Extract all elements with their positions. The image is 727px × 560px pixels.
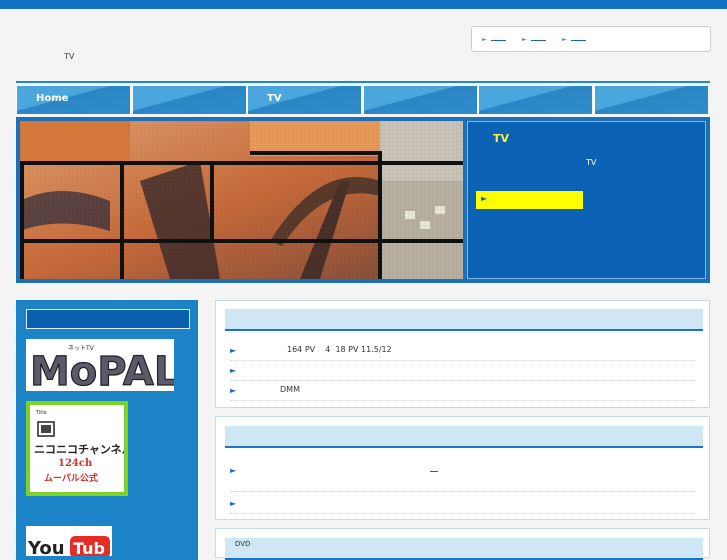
hero-info-box: TV TV ► bbox=[467, 121, 706, 279]
nav-tab-2[interactable] bbox=[132, 86, 246, 114]
svg-text:ネットTV: ネットTV bbox=[68, 345, 95, 352]
nav-tab-4[interactable] bbox=[363, 86, 477, 114]
nav-divider bbox=[16, 81, 710, 83]
arrow-icon: ► bbox=[481, 194, 488, 203]
arrow-icon: ► bbox=[522, 36, 527, 43]
svg-text:ムーパル公式: ムーパル公式 bbox=[44, 472, 98, 484]
arrow-icon: ► bbox=[482, 36, 487, 43]
top-bar bbox=[0, 0, 727, 9]
hero-button[interactable]: ► bbox=[476, 191, 583, 209]
top-link-3[interactable]: ► bbox=[562, 34, 586, 43]
niconico-channel-banner[interactable]: Title ニコニコチャンネル 124ch ムーパル公式 bbox=[26, 401, 133, 496]
site-tagline: TV bbox=[64, 52, 75, 61]
hero-image bbox=[20, 121, 463, 279]
svg-text:You: You bbox=[27, 538, 65, 556]
nav-tab-home[interactable]: Home bbox=[16, 86, 130, 114]
main-nav: Home TV bbox=[16, 86, 710, 114]
top-link-2[interactable]: ► bbox=[522, 34, 546, 43]
hero-title: TV bbox=[493, 132, 510, 145]
sidebar-heading bbox=[26, 309, 190, 329]
youtube-logo: You Tub bbox=[27, 536, 110, 556]
list-item[interactable]: ► bbox=[230, 493, 696, 514]
content-panel-1: ► 164 PV 4 18 PV 11.5/12 ► ► DMM bbox=[215, 300, 710, 408]
arrow-icon: ► bbox=[230, 346, 237, 355]
mopal-banner[interactable]: MoPAL ネットTV bbox=[26, 339, 180, 396]
panel-heading bbox=[225, 309, 703, 331]
arrow-icon: ► bbox=[230, 366, 237, 375]
svg-text:MoPAL: MoPAL bbox=[30, 349, 174, 391]
svg-text:Title: Title bbox=[35, 410, 47, 416]
list-item[interactable]: ► bbox=[230, 360, 696, 381]
panel-heading: DVD bbox=[225, 538, 703, 560]
list-item[interactable]: ► 164 PV 4 18 PV 11.5/12 bbox=[230, 340, 696, 361]
arrow-icon: ► bbox=[562, 36, 567, 43]
arrow-icon: ► bbox=[230, 499, 237, 508]
svg-text:Tub: Tub bbox=[73, 539, 105, 556]
niconico-logo: Title ニコニコチャンネル 124ch ムーパル公式 bbox=[34, 410, 133, 484]
svg-text:ニコニコチャンネル: ニコニコチャンネル bbox=[34, 443, 124, 456]
top-links: ► ► ► bbox=[471, 26, 711, 52]
mopal-logo: MoPAL ネットTV bbox=[29, 345, 180, 396]
hero-subtitle: TV bbox=[586, 158, 597, 167]
arrow-icon: ► bbox=[230, 386, 237, 395]
list-item[interactable]: ► bbox=[230, 460, 696, 492]
nav-tab-6[interactable] bbox=[594, 86, 708, 114]
nav-tab-5[interactable] bbox=[478, 86, 592, 114]
list-item[interactable]: ► DMM bbox=[230, 380, 696, 401]
content-panel-3: DVD bbox=[215, 528, 710, 560]
content-panel-2: ► ► bbox=[215, 416, 710, 520]
youtube-banner[interactable]: You Tub bbox=[26, 526, 112, 556]
top-link-1[interactable]: ► bbox=[482, 34, 506, 43]
panel-heading bbox=[225, 426, 703, 448]
arrow-icon: ► bbox=[230, 466, 237, 475]
svg-text:124ch: 124ch bbox=[58, 458, 93, 469]
nav-tab-tv[interactable]: TV bbox=[247, 86, 361, 114]
